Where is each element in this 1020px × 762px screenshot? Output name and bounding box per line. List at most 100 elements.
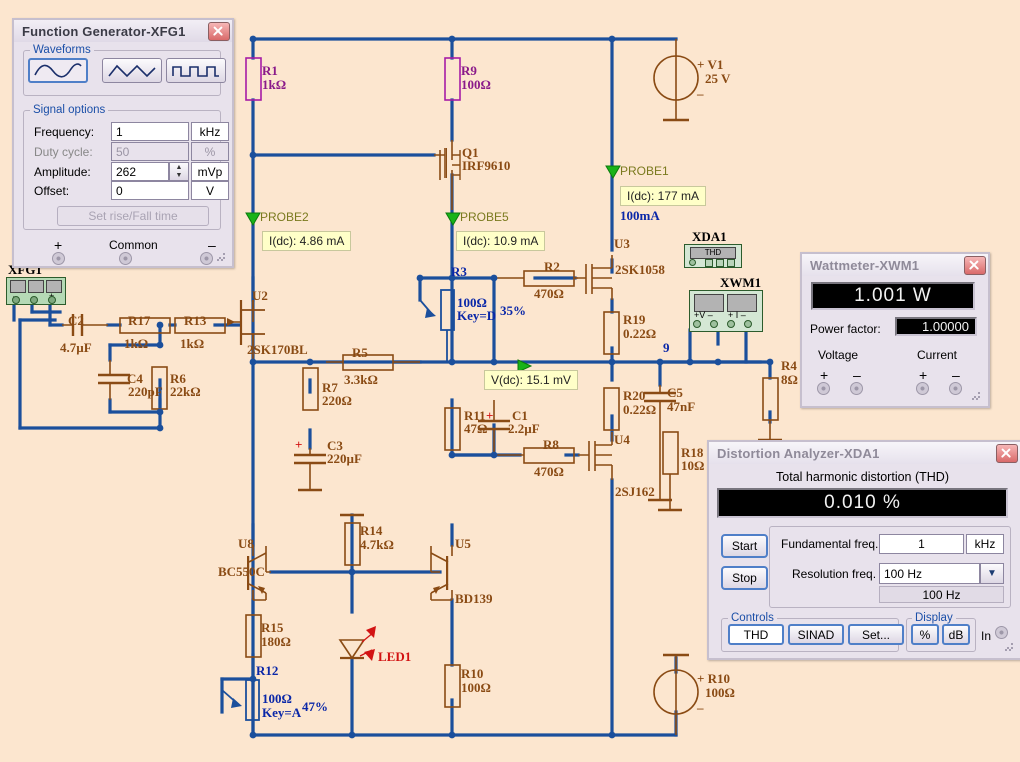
set-rise-fall-time-button: Set rise/Fall time bbox=[57, 206, 209, 226]
resize-grip[interactable] bbox=[216, 252, 226, 262]
fundamental-freq-input[interactable]: 1 bbox=[879, 534, 964, 554]
wattmeter-window[interactable]: Wattmeter-XWM1 1.001 W Power factor: 1.0… bbox=[800, 252, 990, 408]
label-R19-value: 0.22Ω bbox=[623, 326, 657, 341]
frequency-unit[interactable]: kHz bbox=[191, 122, 229, 141]
chevron-down-icon[interactable]: ▼ bbox=[980, 563, 1004, 584]
frequency-input[interactable]: 1 bbox=[111, 122, 189, 141]
label-U8-value: BC550C bbox=[218, 564, 265, 579]
offset-label: Offset: bbox=[34, 184, 70, 198]
wattmeter-titlebar[interactable]: Wattmeter-XWM1 bbox=[802, 254, 988, 276]
power-factor-label: Power factor: bbox=[810, 322, 881, 336]
amplitude-label: Amplitude: bbox=[34, 165, 91, 179]
probe1-readout: I(dc): 177 mA bbox=[620, 186, 707, 206]
close-icon[interactable] bbox=[208, 21, 230, 41]
terminal-plus[interactable] bbox=[52, 252, 65, 265]
triangle-wave-icon bbox=[108, 64, 156, 77]
voltage-probe-readout: V(dc): 15.1 mV bbox=[484, 370, 579, 390]
waveform-triangle-button[interactable] bbox=[102, 58, 162, 83]
label-C2-value: 4.7µF bbox=[60, 340, 92, 355]
amplitude-stepper[interactable]: ▲ ▼ bbox=[169, 162, 189, 181]
current-plus-terminal[interactable] bbox=[916, 382, 929, 395]
label-R15-value: 180Ω bbox=[261, 634, 291, 649]
function-generator-titlebar[interactable]: Function Generator-XFG1 bbox=[14, 20, 232, 42]
voltage-minus-label: – bbox=[853, 367, 861, 383]
label-U4-value: 2SJ162 bbox=[615, 484, 655, 499]
current-minus-terminal[interactable] bbox=[949, 382, 962, 395]
display-db-button[interactable]: dB bbox=[942, 624, 970, 645]
amplitude-input[interactable]: 262 bbox=[111, 162, 169, 181]
close-icon[interactable] bbox=[996, 443, 1018, 463]
stop-button[interactable]: Stop bbox=[721, 566, 768, 590]
label-V2-value: 100Ω bbox=[705, 685, 735, 700]
terminal-common[interactable] bbox=[119, 252, 132, 265]
function-generator-window[interactable]: Function Generator-XFG1 Waveforms Signal… bbox=[12, 18, 234, 268]
label-R10-value: 100Ω bbox=[461, 680, 491, 695]
label-R9-value: 100Ω bbox=[461, 77, 491, 92]
label-R12-wiper: 47% bbox=[302, 699, 328, 714]
fundamental-freq-unit[interactable]: kHz bbox=[966, 534, 1004, 554]
current-plus-label: + bbox=[919, 367, 928, 383]
xfg1-instrument-icon[interactable]: – + bbox=[6, 277, 66, 305]
start-button[interactable]: Start bbox=[721, 534, 768, 558]
current-minus-label: – bbox=[952, 367, 960, 383]
voltage-plus-terminal[interactable] bbox=[817, 382, 830, 395]
xda1-instrument-icon[interactable]: THD bbox=[684, 244, 742, 268]
label-U5-value: BD139 bbox=[455, 591, 493, 606]
label-R5-ref: R5 bbox=[352, 345, 368, 360]
input-terminal-label: In bbox=[981, 629, 992, 643]
amplitude-unit[interactable]: mVp bbox=[191, 162, 229, 181]
terminal-minus-label: – bbox=[208, 237, 216, 253]
probe5-readout: I(dc): 10.9 mA bbox=[456, 231, 546, 251]
label-U3-value: 2SK1058 bbox=[615, 262, 665, 277]
thd-readout: 0.010 % bbox=[717, 488, 1008, 518]
label-R12-ref: R12 bbox=[256, 663, 279, 678]
label-net-9: 9 bbox=[663, 340, 670, 355]
probe2-readout: I(dc): 4.86 mA bbox=[262, 231, 352, 251]
label-Q1-value: IRF9610 bbox=[462, 158, 511, 173]
input-terminal[interactable] bbox=[995, 626, 1008, 639]
thd-label: Total harmonic distortion (THD) bbox=[776, 470, 949, 484]
resize-grip[interactable] bbox=[1004, 642, 1014, 652]
distortion-analyzer-window[interactable]: Distortion Analyzer-XDA1 Total harmonic … bbox=[707, 440, 1020, 660]
function-generator-title: Function Generator-XFG1 bbox=[22, 23, 186, 39]
probe2-label: PROBE2 bbox=[260, 210, 309, 224]
control-set-button[interactable]: Set... bbox=[848, 624, 904, 645]
stepper-up-icon[interactable]: ▲ bbox=[170, 163, 188, 172]
xwm1-instrument-icon[interactable]: +V – + I – bbox=[689, 290, 763, 332]
control-thd-button[interactable]: THD bbox=[728, 624, 784, 645]
duty-cycle-unit: % bbox=[191, 142, 229, 161]
fundamental-freq-label: Fundamental freq. bbox=[781, 537, 879, 551]
offset-unit[interactable]: V bbox=[191, 181, 229, 200]
distortion-analyzer-titlebar[interactable]: Distortion Analyzer-XDA1 bbox=[709, 442, 1020, 464]
waveform-sine-button[interactable] bbox=[28, 58, 88, 83]
label-U8-ref: U8 bbox=[238, 536, 254, 551]
label-C3-polarity: + bbox=[295, 437, 303, 452]
label-R18-value: 10Ω bbox=[681, 458, 705, 473]
label-U3-ref: U3 bbox=[614, 236, 630, 251]
display-group-label: Display bbox=[912, 612, 956, 624]
display-percent-button[interactable]: % bbox=[911, 624, 939, 645]
terminal-minus[interactable] bbox=[200, 252, 213, 265]
resize-grip[interactable] bbox=[971, 391, 981, 401]
label-R3-ref: R3 bbox=[451, 264, 467, 279]
close-icon[interactable] bbox=[964, 255, 986, 275]
resolution-freq-readout: 100 Hz bbox=[879, 586, 1004, 603]
label-R17-value: 1kΩ bbox=[124, 336, 149, 351]
label-R12-key: Key=A bbox=[262, 705, 302, 720]
waveform-square-button[interactable] bbox=[166, 58, 226, 83]
label-U2-value: 2SK170BL bbox=[247, 342, 308, 357]
label-R11-value: 47Ω bbox=[464, 421, 488, 436]
controls-group-label: Controls bbox=[728, 612, 777, 624]
probe1-label: PROBE1 bbox=[620, 164, 669, 178]
resolution-freq-select[interactable]: 100 Hz bbox=[879, 563, 980, 584]
control-sinad-button[interactable]: SINAD bbox=[788, 624, 844, 645]
wattmeter-title: Wattmeter-XWM1 bbox=[810, 257, 920, 273]
label-C1-polarity: + bbox=[486, 408, 494, 423]
stepper-down-icon[interactable]: ▼ bbox=[170, 172, 188, 181]
voltage-minus-terminal[interactable] bbox=[850, 382, 863, 395]
duty-cycle-input: 50 bbox=[111, 142, 189, 161]
label-C1-value: 2.2µF bbox=[508, 421, 540, 436]
label-R6-value: 22kΩ bbox=[170, 384, 201, 399]
xda1-instrument-label: XDA1 bbox=[692, 229, 727, 244]
offset-input[interactable]: 0 bbox=[111, 181, 189, 200]
